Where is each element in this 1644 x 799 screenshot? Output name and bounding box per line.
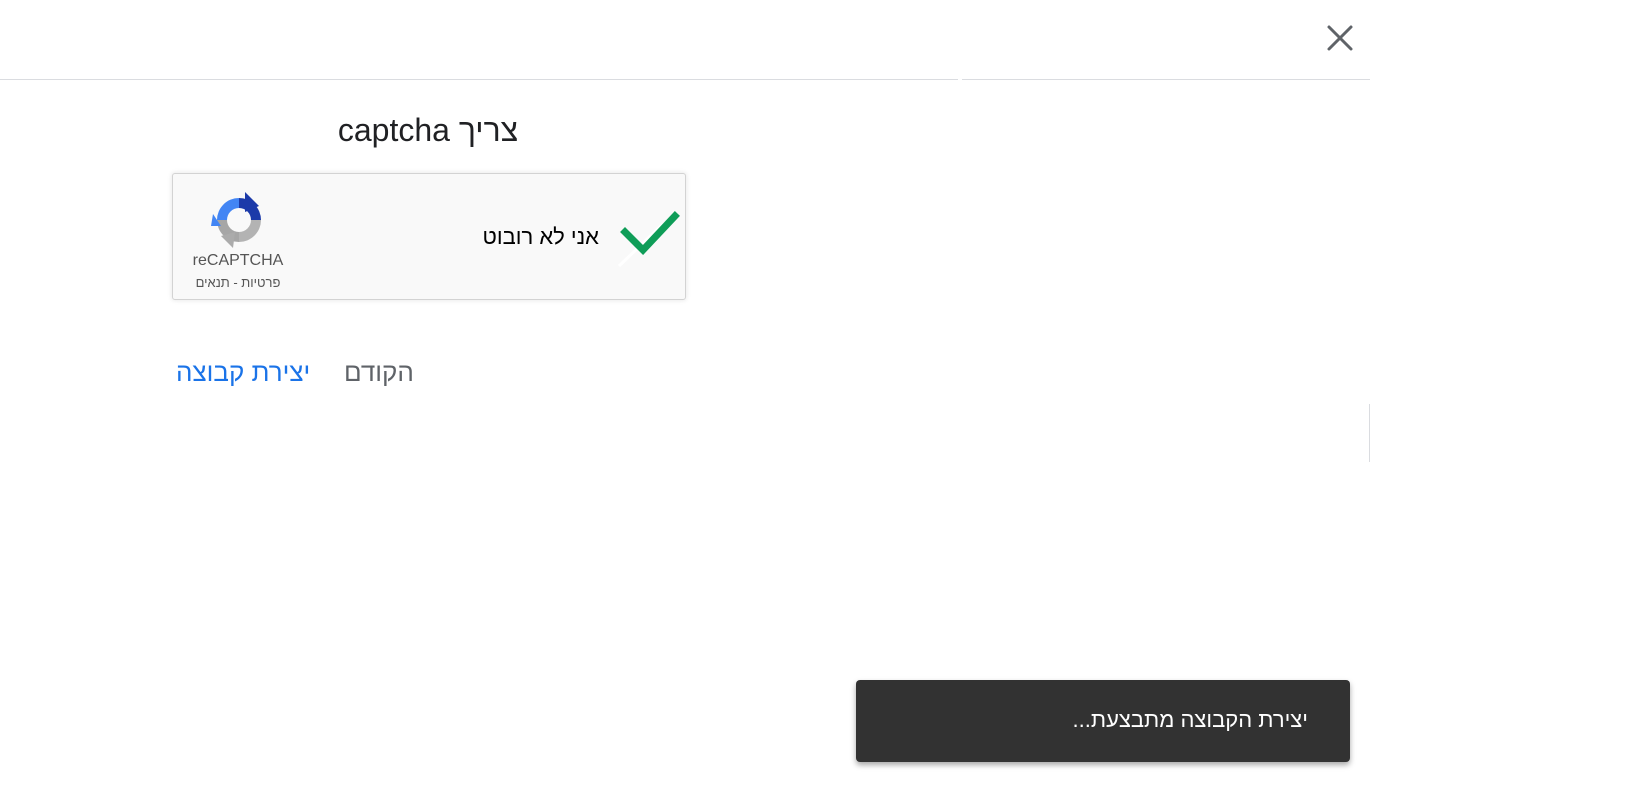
back-button[interactable]: הקודם [344, 357, 414, 388]
recaptcha-privacy-terms-links[interactable]: פרטיות - תנאים [183, 275, 293, 290]
create-group-button[interactable]: יצירת קבוצה [176, 357, 310, 388]
dialog-title: צריך captcha [337, 112, 519, 148]
create-group-page: צריך captcha אני לא רובוט reCAPTCHA פרטי… [0, 0, 1644, 799]
close-icon [1327, 25, 1353, 51]
recaptcha-logo-icon [211, 192, 261, 248]
header-divider [0, 79, 958, 80]
side-divider [1369, 404, 1370, 462]
checkmark-icon[interactable] [613, 202, 683, 272]
recaptcha-brand: reCAPTCHA [192, 252, 284, 269]
recaptcha-widget: אני לא רובוט reCAPTCHA פרטיות - תנאים [172, 173, 686, 300]
snackbar: יצירת הקבוצה מתבצעת... [856, 680, 1350, 762]
snackbar-message: יצירת הקבוצה מתבצעת... [1072, 707, 1308, 732]
header-divider [962, 79, 1370, 80]
recaptcha-label[interactable]: אני לא רובוט [473, 224, 600, 250]
close-button[interactable] [1322, 20, 1358, 56]
